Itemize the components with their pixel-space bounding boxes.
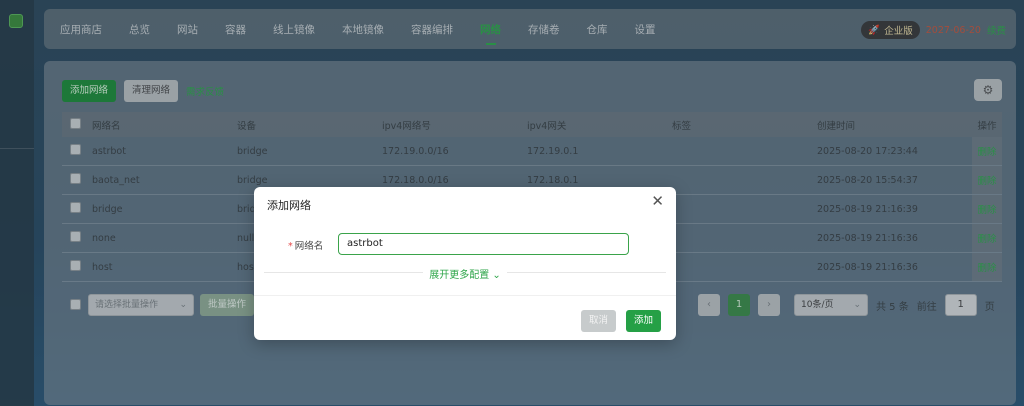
chevron-down-icon: ⌄	[492, 270, 501, 281]
network-name-input[interactable]: astrbot	[338, 233, 629, 255]
network-name-row: * 网络名 astrbot	[254, 233, 676, 255]
close-icon[interactable]: ✕	[651, 194, 664, 209]
network-name-label-text: 网络名	[294, 241, 324, 252]
add-button[interactable]: 添加	[626, 310, 662, 332]
dialog-title: 添加网络	[267, 199, 311, 212]
expand-more-config[interactable]: 展开更多配置 ⌄	[254, 266, 676, 281]
cancel-button[interactable]: 取消	[581, 310, 617, 332]
required-asterisk: *	[288, 241, 293, 252]
expand-more-label: 展开更多配置	[429, 270, 490, 281]
add-network-dialog: 添加网络 ✕ * 网络名 astrbot 展开更多配置 ⌄ 取消 添加	[254, 187, 676, 340]
network-name-label: * 网络名	[288, 238, 323, 252]
dialog-footer-divider	[254, 295, 676, 296]
